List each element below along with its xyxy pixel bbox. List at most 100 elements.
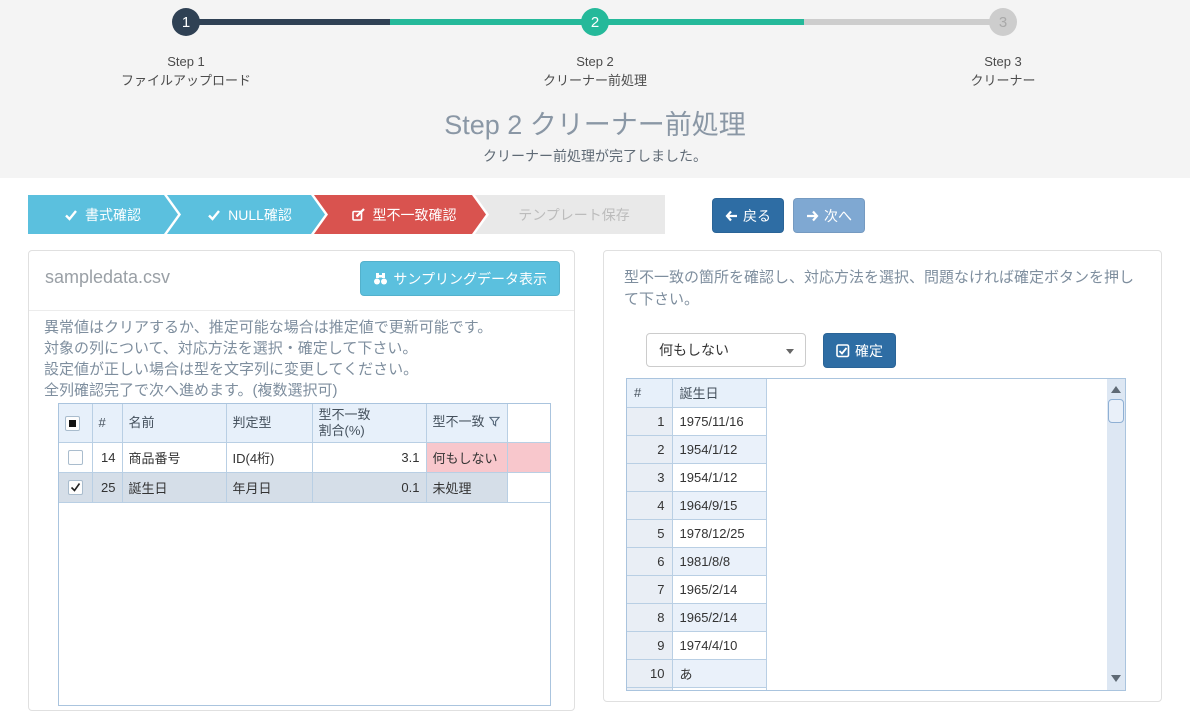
tab-label: 型不一致確認: [373, 205, 457, 225]
cell-value: 1954/1/12: [672, 463, 766, 491]
next-button-label: 次へ: [824, 206, 852, 226]
checkbox-checked[interactable]: [68, 480, 83, 495]
columns-table: # 名前 判定型 型不一致 割合(%) 型不一致: [58, 403, 551, 706]
nav-buttons: 戻る 次へ: [712, 198, 865, 233]
header-mismatch-ratio-line2: 割合(%): [319, 423, 420, 439]
back-button[interactable]: 戻る: [712, 198, 784, 233]
app-window: 1 2 3 Step 1 ファイルアップロード Step 2 クリーナー前処理 …: [0, 0, 1190, 713]
instruction-line: 対象の列について、対応方法を選択・確定して下さい。: [44, 338, 492, 359]
select-all-checkbox[interactable]: [65, 416, 80, 431]
header-mismatch: 型不一致: [426, 404, 507, 442]
value-row: 81965/2/14: [627, 603, 766, 631]
values-table-header-row: # 誕生日: [627, 379, 766, 407]
sampling-data-button[interactable]: サンプリングデータ表示: [360, 261, 560, 296]
arrow-left-icon: [725, 210, 738, 222]
scrollbar-thumb[interactable]: [1108, 399, 1124, 423]
cell-row-number: 2: [627, 435, 672, 463]
chevron-down-icon: [786, 349, 794, 354]
cell-row-number: 10: [627, 659, 672, 687]
cell-row-number: 3: [627, 463, 672, 491]
column-row[interactable]: 14商品番号ID(4桁)3.1何もしない: [59, 442, 550, 472]
checkbox-unchecked[interactable]: [68, 450, 83, 465]
header-type: 判定型: [226, 404, 312, 442]
value-row-clipped: [627, 687, 766, 691]
value-row: 71965/2/14: [627, 575, 766, 603]
cell-value: 1954/1/12: [672, 435, 766, 463]
cell-action: 未処理: [426, 472, 507, 502]
select-all-cell: [59, 404, 92, 442]
value-row: 51978/12/25: [627, 519, 766, 547]
workflow-tab-bar: 書式確認 NULL確認 型不一致確認 テンプレート保存: [28, 195, 665, 234]
value-row: 91974/4/10: [627, 631, 766, 659]
row-checkbox-cell: [59, 442, 92, 472]
cell-row-number: 9: [627, 631, 672, 659]
cell-value: 1975/11/16: [672, 407, 766, 435]
step-2-label: Step 2 クリーナー前処理: [485, 52, 705, 90]
indeterminate-mark: [69, 420, 76, 427]
value-row: 11975/11/16: [627, 407, 766, 435]
cell-value: 1978/12/25: [672, 519, 766, 547]
confirm-button-label: 確定: [855, 341, 883, 361]
page-title: Step 2 クリーナー前処理: [0, 103, 1190, 142]
filter-icon[interactable]: [489, 415, 500, 431]
cell-type: ID(4桁): [226, 442, 312, 472]
columns-table-header-row: # 名前 判定型 型不一致 割合(%) 型不一致: [59, 404, 550, 442]
edit-icon: [352, 208, 365, 221]
header-name: 名前: [122, 404, 226, 442]
cell-row-number: [627, 687, 672, 691]
instruction-line: 異常値はクリアするか、推定可能な場合は推定値で更新可能です。: [44, 317, 492, 338]
stepper-connector: [608, 19, 804, 25]
step-1-label: Step 1 ファイルアップロード: [76, 52, 296, 90]
column-row[interactable]: 25誕生日年月日0.1未処理: [59, 472, 550, 502]
scroll-up-icon[interactable]: [1111, 386, 1121, 393]
header-filler: [507, 404, 550, 442]
tab-null-check[interactable]: NULL確認: [167, 195, 325, 234]
vertical-scrollbar[interactable]: [1107, 379, 1125, 690]
step-3-label: Step 3 クリーナー: [893, 52, 1113, 90]
columns-panel: sampledata.csv サンプリングデータ表示 異常値はクリアするか、推定…: [28, 250, 575, 711]
step-1-name: ファイルアップロード: [76, 71, 296, 90]
header-mismatch-ratio-line1: 型不一致: [319, 407, 420, 423]
cell-filler: [507, 472, 550, 502]
cell-value: 1974/4/10: [672, 631, 766, 659]
header-num: #: [627, 379, 672, 407]
cell-value: 1981/8/8: [672, 547, 766, 575]
cell-value: [672, 687, 766, 691]
page-subtitle: クリーナー前処理が完了しました。: [0, 146, 1190, 166]
header-mismatch-label: 型不一致: [433, 414, 485, 429]
stepper-connector: [198, 19, 390, 25]
stepper-section: 1 2 3 Step 1 ファイルアップロード Step 2 クリーナー前処理 …: [0, 0, 1190, 178]
cell-value: 1965/2/14: [672, 603, 766, 631]
confirm-button[interactable]: 確定: [823, 333, 896, 368]
file-name: sampledata.csv: [45, 267, 170, 288]
tab-type-mismatch-check[interactable]: 型不一致確認: [314, 195, 486, 234]
step-2-circle[interactable]: 2: [581, 8, 609, 36]
row-checkbox-cell: [59, 472, 92, 502]
instruction-line: 設定値が正しい場合は型を文字列に変更してください。: [44, 359, 492, 380]
tab-label: テンプレート保存: [518, 205, 630, 225]
instructions-text: 異常値はクリアするか、推定可能な場合は推定値で更新可能です。対象の列について、対…: [44, 317, 492, 401]
cell-num: 25: [92, 472, 122, 502]
values-table: # 誕生日 11975/11/1621954/1/1231954/1/12419…: [626, 378, 1126, 691]
next-button[interactable]: 次へ: [793, 198, 865, 233]
step-1-title: Step 1: [76, 52, 296, 71]
cell-value: 1965/2/14: [672, 575, 766, 603]
step-1-circle[interactable]: 1: [172, 8, 200, 36]
step-3-title: Step 3: [893, 52, 1113, 71]
tab-format-check[interactable]: 書式確認: [28, 195, 178, 234]
scroll-down-icon[interactable]: [1111, 675, 1121, 682]
tab-template-save: テンプレート保存: [475, 195, 665, 234]
action-select[interactable]: 何もしない: [646, 333, 806, 367]
sampling-data-button-label: サンプリングデータ表示: [393, 269, 547, 289]
check-icon: [208, 209, 220, 221]
cell-ratio: 3.1: [312, 442, 426, 472]
cell-value: 1964/9/15: [672, 491, 766, 519]
cell-row-number: 8: [627, 603, 672, 631]
step-2-title: Step 2: [485, 52, 705, 71]
cell-row-number: 5: [627, 519, 672, 547]
cell-row-number: 1: [627, 407, 672, 435]
cell-filler: [507, 442, 550, 472]
cell-num: 14: [92, 442, 122, 472]
stepper-connector: [390, 19, 582, 25]
header-birthdate: 誕生日: [672, 379, 766, 407]
